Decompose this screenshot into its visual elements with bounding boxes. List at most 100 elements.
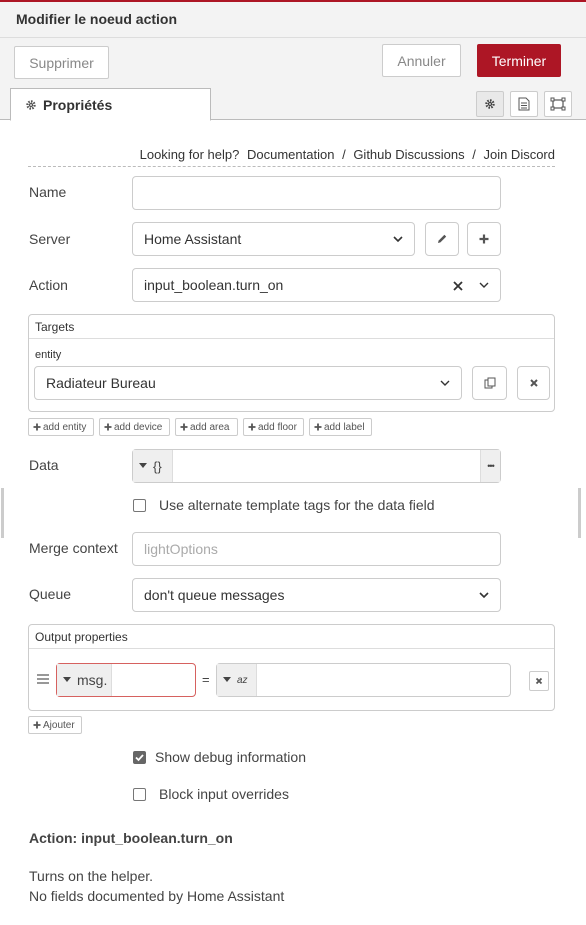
action-info-line-2: No fields documented by Home Assistant (29, 888, 285, 904)
copy-entity-button[interactable] (472, 366, 507, 400)
action-select[interactable]: input_boolean.turn_on (132, 268, 501, 302)
server-select[interactable]: Home Assistant (132, 222, 415, 256)
alt-template-checkbox[interactable] (133, 499, 146, 512)
caret-down-icon (139, 463, 147, 468)
add-area-button[interactable]: add area (175, 418, 238, 436)
gear-icon (485, 99, 495, 109)
string-type-icon: az (237, 674, 248, 686)
plus-icon (479, 234, 489, 244)
block-input-label: Block input overrides (159, 786, 289, 802)
name-label: Name (29, 184, 67, 200)
output-properties-title: Output properties (29, 625, 554, 649)
header-accent (0, 0, 586, 2)
block-input-checkbox[interactable] (133, 788, 146, 801)
data-expand-button[interactable]: ••• (480, 450, 500, 482)
data-type-selector[interactable]: {} (133, 450, 173, 482)
tab-properties-label: Propriétés (43, 96, 113, 113)
server-label: Server (29, 231, 71, 247)
action-info-title: Action: input_boolean.turn_on (29, 830, 233, 846)
output-left-type[interactable]: msg. (57, 664, 113, 696)
queue-select[interactable]: don't queue messages (132, 578, 501, 612)
done-button[interactable]: Terminer (477, 44, 561, 77)
server-value: Home Assistant (144, 231, 242, 247)
pencil-icon (438, 234, 447, 243)
edit-server-button[interactable] (425, 222, 459, 256)
entity-value: Radiateur Bureau (46, 375, 156, 391)
entity-select[interactable]: Radiateur Bureau (34, 366, 462, 400)
entity-label: entity (35, 349, 62, 361)
node-appearance-icon (550, 97, 566, 111)
remove-entity-button[interactable] (517, 366, 550, 400)
help-link-documentation[interactable]: Documentation (247, 147, 334, 162)
data-label: Data (29, 457, 59, 473)
add-output-button[interactable]: Ajouter (28, 716, 82, 734)
caret-down-icon (223, 677, 231, 682)
tray-toolbar: Supprimer Annuler Terminer (0, 38, 586, 84)
close-icon (529, 379, 538, 387)
plus-icon (104, 423, 112, 431)
cancel-button[interactable]: Annuler (382, 44, 461, 77)
show-debug-label: Show debug information (155, 749, 306, 765)
plus-icon (314, 423, 322, 431)
chevron-down-icon (440, 380, 450, 386)
output-left-prefix: msg. (77, 672, 108, 688)
document-icon (518, 97, 530, 111)
appearance-tab-button[interactable] (544, 91, 572, 117)
left-resize-handle[interactable] (1, 488, 4, 538)
caret-down-icon (63, 677, 71, 682)
chevron-down-icon[interactable] (478, 278, 490, 292)
help-prefix: Looking for help? (139, 147, 240, 162)
help-link-github[interactable]: Github Discussions (353, 147, 464, 162)
queue-label: Queue (29, 586, 72, 602)
equals-sign: = (202, 672, 210, 687)
tab-properties[interactable]: Propriétés (10, 88, 211, 121)
merge-context-label: Merge context (29, 540, 118, 556)
add-device-button[interactable]: add device (99, 418, 170, 436)
plus-icon (33, 423, 41, 431)
add-device-label: add device (114, 421, 163, 433)
settings-tab-button[interactable] (476, 91, 504, 117)
show-debug-checkbox[interactable] (133, 751, 146, 764)
action-label: Action (29, 277, 68, 293)
description-tab-button[interactable] (510, 91, 538, 117)
plus-icon (33, 721, 41, 729)
add-floor-button[interactable]: add floor (243, 418, 304, 436)
add-server-button[interactable] (467, 222, 501, 256)
help-links: Looking for help? Documentation / Github… (28, 145, 555, 167)
check-icon (135, 754, 144, 762)
data-typed-input[interactable]: {} ••• (132, 449, 501, 483)
output-properties-box: Output properties msg. = az (28, 624, 555, 711)
remove-output-button[interactable] (529, 671, 549, 691)
plus-icon (248, 423, 256, 431)
clear-icon[interactable] (452, 280, 464, 292)
action-value: input_boolean.turn_on (144, 277, 284, 293)
delete-button[interactable]: Supprimer (14, 46, 109, 79)
merge-context-input[interactable]: lightOptions (132, 532, 501, 566)
chevron-down-icon (479, 592, 489, 599)
plus-icon (180, 423, 188, 431)
add-entity-label: add entity (43, 421, 87, 433)
tray-title: Modifier le noeud action (16, 11, 178, 27)
add-label-button[interactable]: add label (309, 418, 372, 436)
output-left-input[interactable]: msg. (56, 663, 196, 697)
queue-value: don't queue messages (144, 587, 285, 603)
name-input[interactable] (132, 176, 501, 210)
chevron-down-icon (393, 236, 403, 243)
help-separator: / (342, 147, 346, 162)
tray-header: Modifier le noeud action (0, 0, 586, 38)
drag-handle-icon[interactable] (36, 673, 50, 685)
help-link-discord[interactable]: Join Discord (483, 147, 555, 162)
action-info-line-1: Turns on the helper. (29, 868, 154, 884)
gear-icon (26, 99, 36, 110)
add-entity-button[interactable]: add entity (28, 418, 94, 436)
add-area-label: add area (190, 421, 230, 433)
close-icon (535, 677, 543, 685)
copy-icon (484, 377, 495, 389)
targets-title: Targets (29, 315, 554, 339)
right-resize-handle[interactable] (578, 488, 581, 538)
output-right-input[interactable]: az (216, 663, 511, 697)
add-output-label: Ajouter (43, 719, 75, 731)
help-separator: / (472, 147, 476, 162)
output-right-type[interactable]: az (217, 664, 257, 696)
data-type-glyph: {} (153, 458, 162, 474)
